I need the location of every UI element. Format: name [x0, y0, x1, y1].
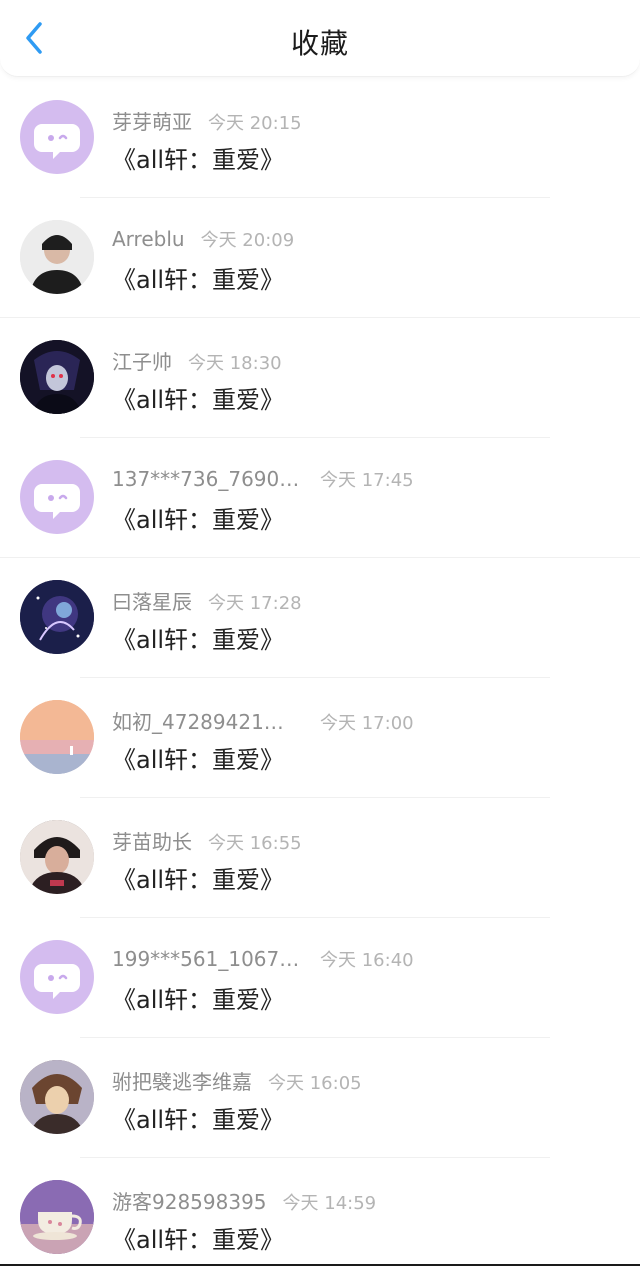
default-avatar[interactable] [20, 100, 94, 174]
timestamp: 今天 17:28 [208, 593, 302, 614]
favorite-title[interactable]: 《all轩：重爱》 [112, 980, 284, 1015]
item-meta: 游客928598395 今天 14:59 [112, 1186, 376, 1215]
favorite-title[interactable]: 《all轩：重爱》 [112, 500, 284, 535]
favorite-title[interactable]: 《all轩：重爱》 [112, 860, 284, 895]
chat-bubble-icon [34, 964, 80, 999]
favorite-title[interactable]: 《all轩：重爱》 [112, 1100, 284, 1135]
username[interactable]: 曰落星辰 [112, 586, 192, 615]
item-meta: 137***736_7690… 今天 17:45 [112, 466, 414, 492]
user-avatar[interactable] [20, 580, 94, 654]
person-photo-icon [20, 220, 94, 294]
username[interactable]: 芽芽萌亚 [112, 106, 192, 135]
user-avatar[interactable] [20, 220, 94, 294]
teacup-photo-icon [20, 1180, 94, 1254]
list-item[interactable]: Arreblu 今天 20:09 《all轩：重爱》 [0, 198, 640, 318]
sunset-beach-icon [20, 700, 94, 774]
timestamp: 今天 16:55 [208, 833, 302, 854]
chat-bubble-icon [34, 484, 80, 519]
timestamp: 今天 17:45 [320, 470, 414, 491]
username[interactable]: 137***736_7690… [112, 467, 320, 491]
list-item[interactable]: 驸把襞逃李维嘉 今天 16:05 《all轩：重爱》 [0, 1038, 640, 1158]
item-meta: 曰落星辰 今天 17:28 [112, 586, 302, 615]
list-item[interactable]: 199***561_1067… 今天 16:40 《all轩：重爱》 [0, 918, 640, 1038]
person-photo-icon [20, 820, 94, 894]
default-avatar[interactable] [20, 460, 94, 534]
username[interactable]: 如初_47289421… [112, 706, 320, 735]
user-avatar[interactable] [20, 1060, 94, 1134]
user-avatar[interactable] [20, 1180, 94, 1254]
item-meta: 芽芽萌亚 今天 20:15 [112, 106, 302, 135]
favorite-title[interactable]: 《all轩：重爱》 [112, 1220, 284, 1255]
username[interactable]: Arreblu [112, 227, 185, 251]
favorite-title[interactable]: 《all轩：重爱》 [112, 380, 284, 415]
timestamp: 今天 14:59 [282, 1193, 377, 1214]
page-title: 收藏 [290, 27, 349, 60]
list-item[interactable]: 江子帅 今天 18:30 《all轩：重爱》 [0, 318, 640, 438]
favorite-title[interactable]: 《all轩：重爱》 [112, 260, 284, 295]
timestamp: 今天 20:09 [200, 230, 295, 251]
username[interactable]: 游客928598395 [112, 1186, 267, 1215]
user-avatar[interactable] [20, 340, 94, 414]
item-meta: 江子帅 今天 18:30 [112, 346, 282, 375]
item-meta: 驸把襞逃李维嘉 今天 16:05 [112, 1066, 362, 1095]
item-meta: 芽苗助长 今天 16:55 [112, 826, 302, 855]
item-meta: 如初_47289421… 今天 17:00 [112, 706, 414, 735]
timestamp: 今天 16:40 [320, 950, 414, 971]
anime-character-icon [20, 1060, 94, 1134]
anime-character-icon [20, 340, 94, 414]
galaxy-art-icon [20, 580, 94, 654]
item-meta: 199***561_1067… 今天 16:40 [112, 946, 414, 972]
favorite-title[interactable]: 《all轩：重爱》 [112, 740, 284, 775]
list-item[interactable]: 芽苗助长 今天 16:55 《all轩：重爱》 [0, 798, 640, 918]
top-bar: 收藏 [0, 0, 640, 77]
timestamp: 今天 20:15 [208, 113, 302, 134]
username[interactable]: 199***561_1067… [112, 947, 320, 971]
default-avatar[interactable] [20, 940, 94, 1014]
list-item[interactable]: 芽芽萌亚 今天 20:15 《all轩：重爱》 [0, 78, 640, 198]
favorites-list: 芽芽萌亚 今天 20:15 《all轩：重爱》 Arreblu 今天 20:09… [0, 78, 640, 1278]
username[interactable]: 江子帅 [112, 346, 172, 375]
list-item[interactable]: 游客928598395 今天 14:59 《all轩：重爱》 [0, 1158, 640, 1278]
username[interactable]: 芽苗助长 [112, 826, 192, 855]
timestamp: 今天 18:30 [188, 353, 282, 374]
list-item[interactable]: 如初_47289421… 今天 17:00 《all轩：重爱》 [0, 678, 640, 798]
list-item[interactable]: 曰落星辰 今天 17:28 《all轩：重爱》 [0, 558, 640, 678]
timestamp: 今天 16:05 [268, 1073, 362, 1094]
list-item[interactable]: 137***736_7690… 今天 17:45 《all轩：重爱》 [0, 438, 640, 558]
favorite-title[interactable]: 《all轩：重爱》 [112, 620, 284, 655]
favorite-title[interactable]: 《all轩：重爱》 [112, 140, 284, 175]
timestamp: 今天 17:00 [320, 713, 414, 734]
chat-bubble-icon [34, 124, 80, 159]
username[interactable]: 驸把襞逃李维嘉 [112, 1066, 252, 1095]
user-avatar[interactable] [20, 820, 94, 894]
user-avatar[interactable] [20, 700, 94, 774]
item-meta: Arreblu 今天 20:09 [112, 226, 294, 252]
